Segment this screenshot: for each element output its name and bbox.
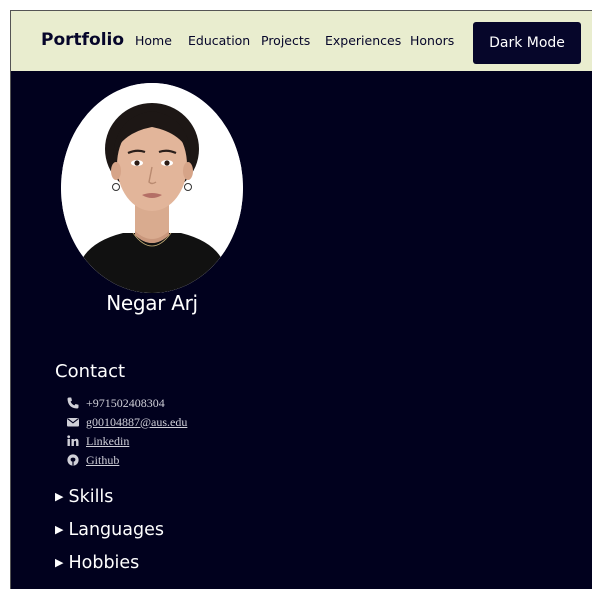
skills-toggle[interactable]: ▶ Skills <box>55 487 113 507</box>
hobbies-toggle[interactable]: ▶ Hobbies <box>55 553 139 573</box>
linkedin-icon <box>66 434 80 448</box>
languages-toggle[interactable]: ▶ Languages <box>55 520 164 540</box>
hobbies-label: Hobbies <box>68 553 140 573</box>
navbar: Portfolio Home Education Projects Experi… <box>11 11 592 71</box>
envelope-icon <box>66 415 80 429</box>
browser-viewport: Portfolio Home Education Projects Experi… <box>10 10 592 589</box>
profile-name: Negar Arj <box>106 291 198 315</box>
profile-photo-illustration <box>61 83 243 293</box>
contact-email: g00104887@aus.edu <box>66 414 187 430</box>
email-link[interactable]: g00104887@aus.edu <box>86 415 187 430</box>
nav-link-projects[interactable]: Projects <box>261 33 310 48</box>
nav-link-education[interactable]: Education <box>188 33 250 48</box>
triangle-right-icon: ▶ <box>55 523 64 536</box>
triangle-right-icon: ▶ <box>55 490 64 503</box>
triangle-right-icon: ▶ <box>55 556 64 569</box>
skills-label: Skills <box>68 487 114 507</box>
github-icon <box>66 453 80 467</box>
linkedin-link[interactable]: Linkedin <box>86 434 129 449</box>
nav-link-honors[interactable]: Honors <box>410 33 454 48</box>
nav-link-experiences[interactable]: Experiences <box>325 33 401 48</box>
dark-mode-button[interactable]: Dark Mode <box>473 22 581 64</box>
nav-link-home[interactable]: Home <box>135 33 172 48</box>
contact-github: Github <box>66 452 119 468</box>
github-link[interactable]: Github <box>86 453 119 468</box>
phone-number: +971502408304 <box>86 395 165 410</box>
contact-heading: Contact <box>55 361 126 382</box>
languages-label: Languages <box>68 520 164 540</box>
profile-photo <box>61 83 243 293</box>
contact-phone: +971502408304 <box>66 395 165 411</box>
contact-linkedin: Linkedin <box>66 433 129 449</box>
phone-icon <box>66 396 80 410</box>
brand-logo[interactable]: Portfolio <box>41 30 124 50</box>
